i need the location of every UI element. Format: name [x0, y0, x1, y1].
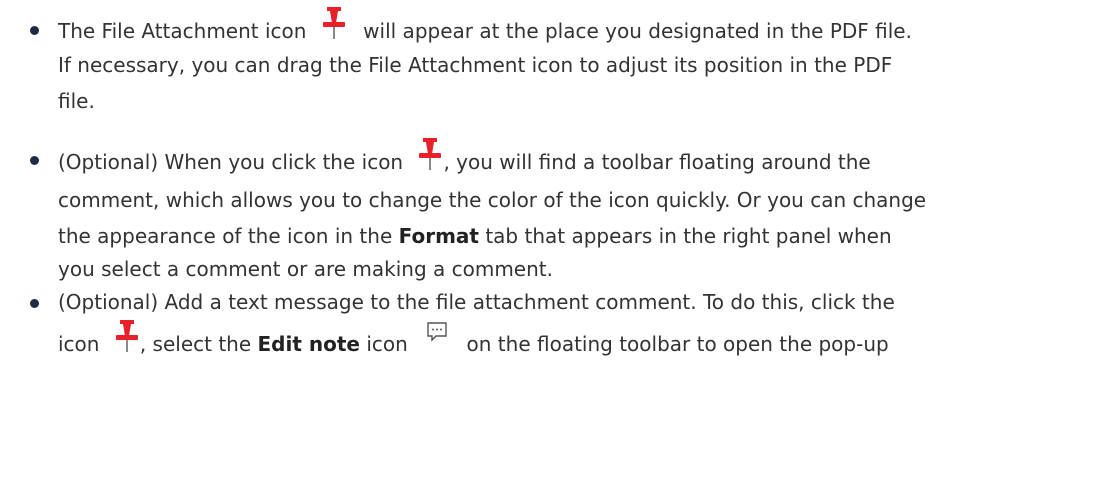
text-span: on the floating toolbar to open the pop-…	[466, 332, 889, 356]
text-span: the appearance of the icon in the	[58, 224, 393, 248]
pushpin-icon	[417, 138, 443, 173]
bold-term-format: Format	[398, 224, 479, 248]
text-span: , you will find a toolbar floating aroun…	[443, 150, 871, 174]
bold-term-edit-note: Edit note	[257, 332, 360, 356]
bullet-dot	[30, 299, 39, 308]
text-line: the appearance of the icon in the Format…	[58, 223, 1098, 249]
text-line: icon , select the Edit note icon on the …	[58, 320, 1098, 357]
bullet-dot	[30, 26, 39, 35]
text-line: (Optional) Add a text message to the fil…	[58, 290, 895, 314]
pushpin-icon	[114, 320, 140, 355]
text-span: will appear at the place you designated …	[363, 19, 912, 43]
text-line: If necessary, you can drag the File Atta…	[58, 53, 893, 77]
text-line: (Optional) When you click the icon , you…	[58, 138, 1098, 175]
text-line: file.	[58, 89, 95, 113]
text-span: , select the	[139, 332, 252, 356]
text-span: The File Attachment icon	[58, 19, 307, 43]
text-span: icon	[58, 332, 100, 356]
text-span: tab that appears in the right panel when	[485, 224, 892, 248]
pushpin-icon	[321, 7, 347, 42]
text-span: icon	[366, 332, 408, 356]
text-span: (Optional) When you click the icon	[58, 150, 404, 174]
bullet-dot	[30, 156, 39, 165]
text-line: you select a comment or are making a com…	[58, 257, 553, 281]
text-line: comment, which allows you to change the …	[58, 188, 927, 212]
text-line: The File Attachment icon will appear at …	[58, 7, 1098, 44]
speech-bubble-icon	[426, 322, 448, 351]
document-page: The File Attachment icon will appear at …	[0, 0, 1115, 477]
